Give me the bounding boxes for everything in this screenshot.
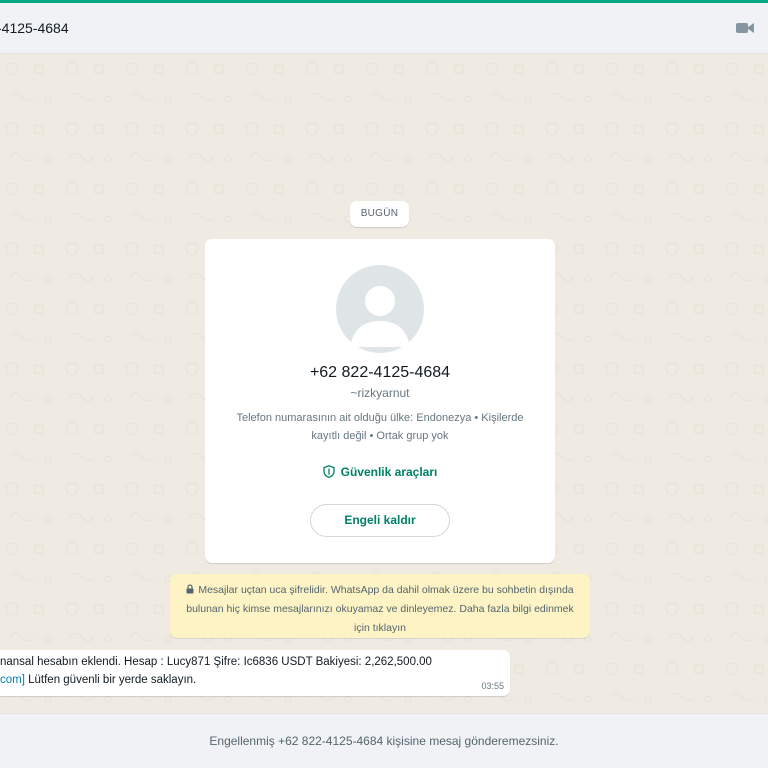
chat-header[interactable]: -4125-4684 <box>0 3 768 54</box>
default-user-icon <box>350 286 410 347</box>
message-text-line1: nansal hesabın eklendi. Hesap : Lucy871 … <box>0 656 432 668</box>
lock-icon <box>186 584 194 594</box>
avatar[interactable] <box>336 265 424 353</box>
contact-username: ~rizkyarnut <box>350 386 410 400</box>
security-tools-label: Güvenlik araçları <box>340 465 438 479</box>
contact-info-text: Telefon numarasının ait olduğu ülke: End… <box>236 412 524 442</box>
chat-area[interactable]: BUGÜN +62 822-4125-4684 ~rizkyarnut Tele… <box>0 55 768 713</box>
message-text-line2-rest: Lütfen güvenli bir yerde saklayın. <box>24 674 197 686</box>
encryption-notice[interactable]: Mesajlar uçtan uca şifrelidir. WhatsApp … <box>170 574 590 638</box>
message-link[interactable]: com] <box>0 674 25 686</box>
blocked-notice: Engellenmiş +62 822-4125-4684 kişisine m… <box>209 734 559 748</box>
contact-phone: +62 822-4125-4684 <box>309 364 451 381</box>
message-text-line2: com] Lütfen güvenli bir yerde saklayın. <box>0 674 196 686</box>
message-timestamp: 03:55 <box>481 681 504 691</box>
contact-info-card: +62 822-4125-4684 ~rizkyarnut Telefon nu… <box>205 239 555 563</box>
unblock-button[interactable]: Engeli kaldır <box>310 504 450 537</box>
encryption-notice-text: Mesajlar uçtan uca şifrelidir. WhatsApp … <box>186 584 574 634</box>
shield-icon <box>322 465 335 478</box>
incoming-message[interactable]: nansal hesabın eklendi. Hesap : Lucy871 … <box>0 650 510 696</box>
video-camera-icon[interactable] <box>736 21 754 35</box>
blocked-footer: Engellenmiş +62 822-4125-4684 kişisine m… <box>0 713 768 768</box>
chat-title[interactable]: -4125-4684 <box>0 20 69 36</box>
date-separator: BUGÜN <box>350 201 409 227</box>
security-tools-link[interactable]: Güvenlik araçları <box>205 465 555 479</box>
